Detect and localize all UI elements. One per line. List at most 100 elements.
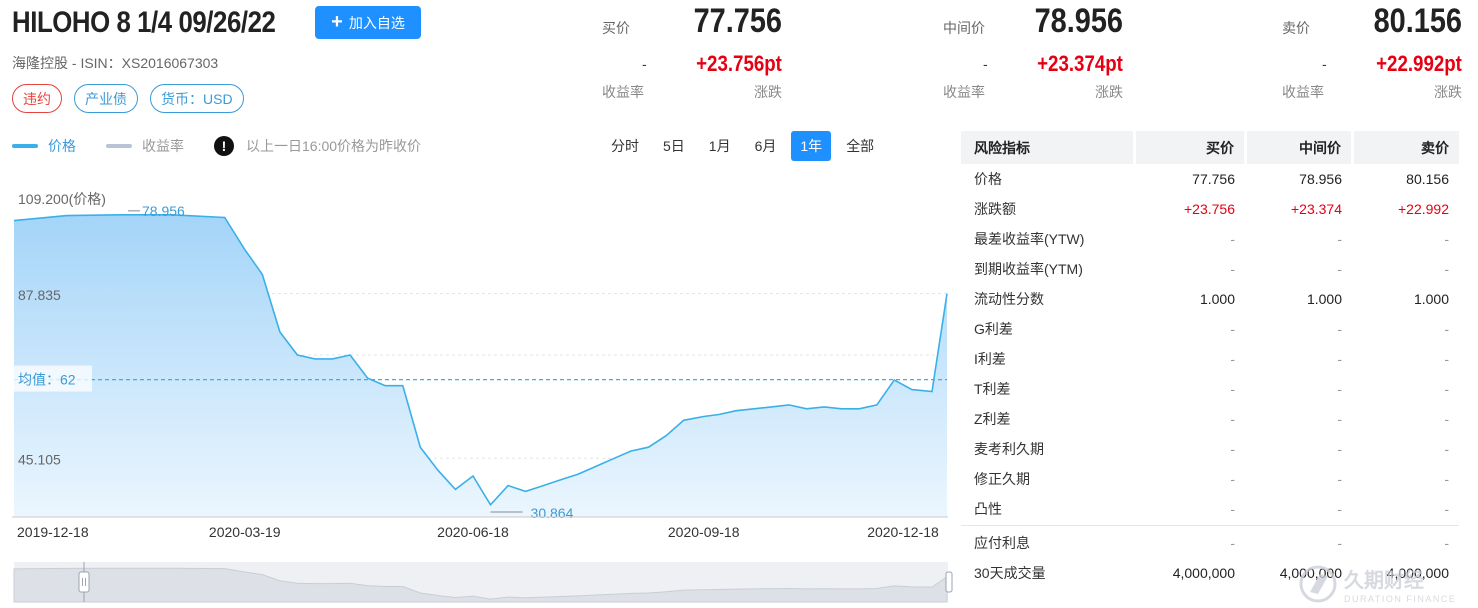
tag-currency[interactable]: 货币：USD [150,84,244,113]
add-to-watchlist-button[interactable]: + 加入自选 [315,6,421,39]
risk-row-label: 修正久期 [974,471,1030,487]
risk-row-label: 凸性 [974,501,1002,517]
risk-cell-ask: - [1444,411,1449,427]
plus-icon: + [331,10,343,33]
risk-row: I利差 - - - [961,344,1459,374]
risk-header-bid: 买价 [1136,131,1244,164]
navigator-left-handle[interactable] [78,571,90,593]
risk-row: T利差 - - - [961,374,1459,404]
risk-header-indicator: 风险指标 [961,131,1133,164]
x-tick-label: 2020-09-18 [668,524,740,540]
risk-table-divider [961,525,1459,526]
legend-price-label: 价格 [48,138,76,154]
risk-row: 价格 77.756 78.956 80.156 [961,164,1459,194]
risk-cell-bid: - [1230,261,1235,277]
risk-cell-mid: 1.000 [1306,291,1342,307]
risk-cell-ask: - [1444,381,1449,397]
logo-en: DURATION FINANCE [1344,594,1456,604]
legend-note: 以上一日16:00价格为昨收价 [246,138,422,154]
tab-1y[interactable]: 1年 [791,131,832,161]
risk-row: 流动性分数 1.000 1.000 1.000 [961,284,1459,314]
risk-cell-ask: - [1444,535,1449,551]
risk-cell-bid: - [1230,501,1235,517]
risk-row-label: I利差 [974,351,1006,367]
risk-header-ask: 卖价 [1354,131,1459,164]
risk-cell-bid: - [1230,351,1235,367]
add-to-watchlist-label: 加入自选 [348,14,405,31]
risk-row-label: 流动性分数 [974,291,1044,307]
risk-table-body: 价格 77.756 78.956 80.156 涨跌额 +23.756 +23.374 +22… [961,164,1459,524]
y-tick-label: 109.200(价格) [18,191,106,207]
tab-1m[interactable]: 1月 [700,131,740,161]
quote-ask-yield-label: 收益率 [1282,84,1324,100]
tab-all[interactable]: 全部 [837,131,883,161]
risk-cell-bid: 77.756 [1192,171,1235,187]
max-label: 78.956 [142,203,185,219]
risk-cell-bid: - [1230,231,1235,247]
risk-cell-mid: - [1337,261,1342,277]
tab-intraday[interactable]: 分时 [602,131,648,161]
risk-cell-ask: +22.992 [1398,201,1449,217]
quote-ask-change-label: 涨跌 [1434,84,1462,100]
quote-mid-label: 中间价 [943,20,985,36]
risk-cell-bid: - [1230,321,1235,337]
quote-mid-yield: - [983,56,988,72]
risk-cell-mid: - [1337,411,1342,427]
x-tick-label: 2020-12-18 [867,524,939,540]
risk-cell-bid: 1.000 [1199,291,1235,307]
quote-bid-yield-label: 收益率 [602,84,644,100]
risk-header-mid: 中间价 [1247,131,1351,164]
risk-row-label: T利差 [974,381,1011,397]
price-area [14,214,947,518]
quote-mid-value: 78.956 [1034,2,1123,40]
risk-cell-bid: +23.756 [1184,201,1235,217]
tab-5d[interactable]: 5日 [654,131,694,161]
risk-row-label: 应付利息 [974,535,1030,551]
x-tick-label: 2020-06-18 [437,524,509,540]
risk-cell-mid: - [1337,321,1342,337]
risk-row-label: 30天成交量 [974,565,1046,581]
risk-row: 到期收益率(YTM) - - - [961,254,1459,284]
risk-cell-bid: - [1230,535,1235,551]
exclamation-icon[interactable]: ! [214,136,234,156]
legend-yield[interactable]: 收益率 [106,136,184,156]
y-tick-label: 45.105 [18,451,61,467]
quote-ask-change: +22.992pt [1376,51,1462,76]
risk-cell-bid: - [1230,471,1235,487]
risk-table-header: 风险指标 买价 中间价 卖价 [961,131,1459,164]
duration-finance-logo: 久期财经 DURATION FINANCE [1299,565,1456,604]
risk-cell-ask: - [1444,501,1449,517]
risk-cell-bid: - [1230,441,1235,457]
risk-row: 最差收益率(YTW) - - - [961,224,1459,254]
risk-row: G利差 - - - [961,314,1459,344]
tag-list: 违约 产业债 货币：USD [12,84,244,113]
x-tick-label: 2019-12-18 [17,524,89,540]
risk-cell-ask: - [1444,441,1449,457]
tab-6m[interactable]: 6月 [746,131,786,161]
legend-price-swatch [12,144,38,148]
quote-mid-change-label: 涨跌 [1095,84,1123,100]
navigator-right-handle[interactable] [945,571,953,593]
risk-cell-mid: - [1337,381,1342,397]
risk-cell-mid: - [1337,535,1342,551]
risk-cell-ask: - [1444,471,1449,487]
mean-label: 均值：62 [18,372,76,388]
risk-cell-mid: - [1337,231,1342,247]
range-tabs: 分时 5日 1月 6月 1年 全部 [602,131,883,161]
legend-price[interactable]: 价格 [12,136,76,156]
price-chart[interactable]: 均值：62 109.200(价格) 87.835 45.105 78.956 30.… [0,170,955,608]
quote-bid-change-label: 涨跌 [754,84,782,100]
risk-cell-mid: - [1337,471,1342,487]
risk-cell-ask: - [1444,321,1449,337]
risk-cell-ask: - [1444,351,1449,367]
tag-default[interactable]: 违约 [12,84,62,113]
quote-bid-yield: - [642,56,647,72]
risk-cell-ask: 80.156 [1406,171,1449,187]
quote-mid: 中间价 78.956 - +23.374pt 收益率 涨跌 [943,0,1123,110]
risk-cell-mid: 78.956 [1299,171,1342,187]
quote-ask-yield: - [1322,56,1327,72]
quote-mid-change: +23.374pt [1037,51,1123,76]
quote-bid-value: 77.756 [693,2,782,40]
risk-row-label: 价格 [974,171,1002,187]
tag-industry-bond[interactable]: 产业债 [74,84,138,113]
